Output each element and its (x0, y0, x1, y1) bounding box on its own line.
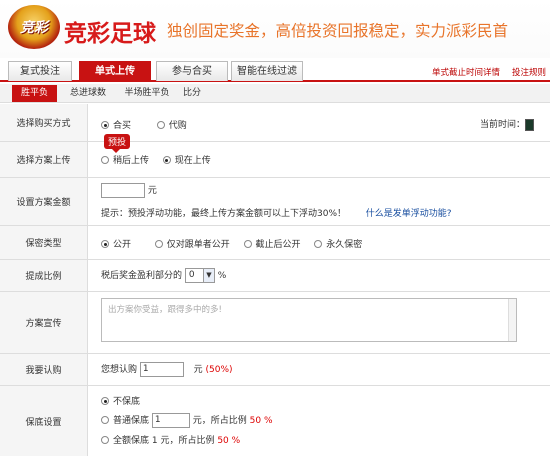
radio-upload-now[interactable] (162, 156, 171, 164)
public-label: 公开 (113, 240, 132, 250)
tab-smart-filter[interactable]: 智能在线过滤 (231, 61, 303, 81)
purchase-label: 选择购买方式 (0, 104, 88, 141)
radio-proxy-buy[interactable] (156, 121, 165, 129)
subscribe-label: 我要认购 (0, 354, 88, 385)
deadline-link[interactable]: 单式截止时间详情 (432, 68, 500, 78)
row-promo: 方案宣传 出方案你受益，跟得多中的多! (0, 292, 550, 354)
chevron-down-icon: ▼ (202, 269, 214, 282)
slogan: 独创固定奖金，高倍投资回报稳定，实力派彩民首 (167, 22, 509, 40)
site-logo[interactable]: 竞彩 (8, 5, 60, 49)
tab-single-upload[interactable]: 单式上传 (79, 61, 151, 81)
rules-link[interactable]: 投注规则 (512, 68, 546, 78)
privacy-label: 保密类型 (0, 226, 88, 259)
subscribe-input[interactable]: 1 (139, 362, 184, 377)
amount-hint-row: 提示：预投浮动功能，最终上传方案金额可以上下浮动30%！ 什么是发单浮动功能? (101, 206, 452, 219)
purchase-options: 合买 代购 (101, 118, 187, 131)
row-guarantee: 保底设置 不保底 普通保底 1 元，所占比例 50 % 全额保底 1 元，所占比… (0, 386, 550, 456)
subtab-halftime[interactable]: 半场胜平负 (118, 85, 176, 102)
subscribe-percent: (50%) (205, 365, 233, 375)
amount-label: 设置方案金额 (0, 178, 88, 225)
commission-select[interactable]: 0 ▼ (184, 268, 215, 283)
row-purchase-mode: 选择购买方式 合买 代购 当前时间： (0, 104, 550, 142)
radio-after-deadline[interactable] (243, 240, 252, 248)
guarantee-amount-input[interactable]: 1 (151, 413, 190, 428)
promo-textarea[interactable]: 出方案你受益，跟得多中的多! (101, 298, 517, 342)
normal-guarantee-pct: 50 % (249, 416, 273, 426)
radio-normal-guarantee[interactable] (101, 416, 109, 424)
textarea-scrollbar[interactable] (508, 299, 516, 341)
permanent-secret-label: 永久保密 (326, 240, 363, 250)
commission-unit: % (217, 271, 227, 281)
guarantee-opt2: 普通保底 1 元，所占比例 50 % (101, 413, 273, 428)
radio-followers-only[interactable] (154, 240, 163, 248)
current-time: 当前时间： (480, 117, 535, 131)
privacy-options: 公开 仅对跟单者公开 截止后公开 永久保密 (101, 237, 362, 250)
sub-tabbar: 胜平负 总进球数 半场胜平负 比分 (0, 84, 550, 103)
current-time-label: 当前时间： (480, 120, 526, 130)
radio-full-guarantee[interactable] (101, 436, 109, 444)
group-buy-label: 合买 (113, 121, 132, 131)
row-amount: 设置方案金额 元 提示：预投浮动功能，最终上传方案金额可以上下浮动30%！ 什么… (0, 178, 550, 226)
float-help-link[interactable]: 什么是发单浮动功能? (366, 209, 452, 219)
time-display (525, 118, 535, 131)
row-privacy: 保密类型 公开 仅对跟单者公开 截止后公开 永久保密 (0, 226, 550, 260)
top-links: 单式截止时间详情 投注规则 (420, 66, 546, 78)
radio-permanent-secret[interactable] (314, 240, 323, 248)
row-subscribe: 我要认购 您想认购 1 元 (50%) (0, 354, 550, 386)
promo-label: 方案宣传 (0, 292, 88, 353)
promo-placeholder: 出方案你受益，跟得多中的多! (108, 305, 222, 315)
row-commission: 提成比例 税后奖金盈利部分的 0 ▼ % (0, 260, 550, 292)
subscribe-group: 您想认购 1 元 (50%) (101, 362, 233, 377)
commission-label: 提成比例 (0, 260, 88, 291)
proxy-buy-label: 代购 (168, 121, 187, 131)
upload-options: 稍后上传 现在上传 (101, 153, 211, 166)
full-guarantee-prefix: 全额保底 1 元，所占比例 (113, 436, 215, 446)
subscribe-prefix: 您想认购 (101, 365, 138, 375)
main-tabbar: 复式投注 单式上传 参与合买 智能在线过滤 单式截止时间详情 投注规则 (0, 60, 550, 82)
guarantee-opt3: 全额保底 1 元，所占比例 50 % (101, 433, 240, 446)
subscribe-unit: 元 (193, 365, 203, 375)
normal-guarantee-prefix: 普通保底 (113, 416, 150, 426)
guarantee-opt1: 不保底 (101, 394, 140, 407)
no-guarantee-label: 不保底 (113, 397, 141, 407)
normal-guarantee-mid: 元，所占比例 (192, 416, 247, 426)
full-guarantee-pct: 50 % (217, 436, 241, 446)
guarantee-label: 保底设置 (0, 386, 88, 456)
site-header: 竞彩 竞彩足球 独创固定奖金，高倍投资回报稳定，实力派彩民首 (0, 0, 550, 58)
commission-group: 税后奖金盈利部分的 0 ▼ % (101, 268, 226, 283)
radio-group-buy[interactable] (101, 121, 109, 129)
after-deadline-label: 截止后公开 (255, 240, 301, 250)
upload-later-label: 稍后上传 (113, 156, 150, 166)
brand-title: 竞彩足球 (64, 21, 156, 47)
radio-upload-later[interactable] (101, 156, 109, 164)
pre-bet-badge: 预投 (104, 134, 131, 153)
upload-label: 选择方案上传 (0, 142, 88, 177)
subtab-score[interactable]: 比分 (180, 85, 204, 102)
commission-value: 0 (188, 270, 195, 280)
tab-multi-bet[interactable]: 复式投注 (8, 61, 72, 81)
upload-now-label: 现在上传 (174, 156, 211, 166)
subtab-total-goals[interactable]: 总进球数 (63, 85, 113, 102)
followers-only-label: 仅对跟单者公开 (166, 240, 230, 250)
amount-unit: 元 (147, 186, 157, 196)
radio-public[interactable] (101, 240, 109, 248)
tab-join-group[interactable]: 参与合买 (156, 61, 228, 81)
commission-prefix: 税后奖金盈利部分的 (101, 271, 183, 281)
subtab-win-draw-lose[interactable]: 胜平负 (12, 85, 57, 102)
amount-hint: 提示：预投浮动功能，最终上传方案金额可以上下浮动30%！ (101, 209, 347, 219)
amount-input-group: 元 (101, 183, 157, 198)
radio-no-guarantee[interactable] (101, 397, 109, 405)
row-upload: 选择方案上传 预投 稍后上传 现在上传 (0, 134, 550, 178)
logo-text: 竞彩 (20, 20, 48, 36)
amount-input[interactable] (101, 183, 145, 198)
